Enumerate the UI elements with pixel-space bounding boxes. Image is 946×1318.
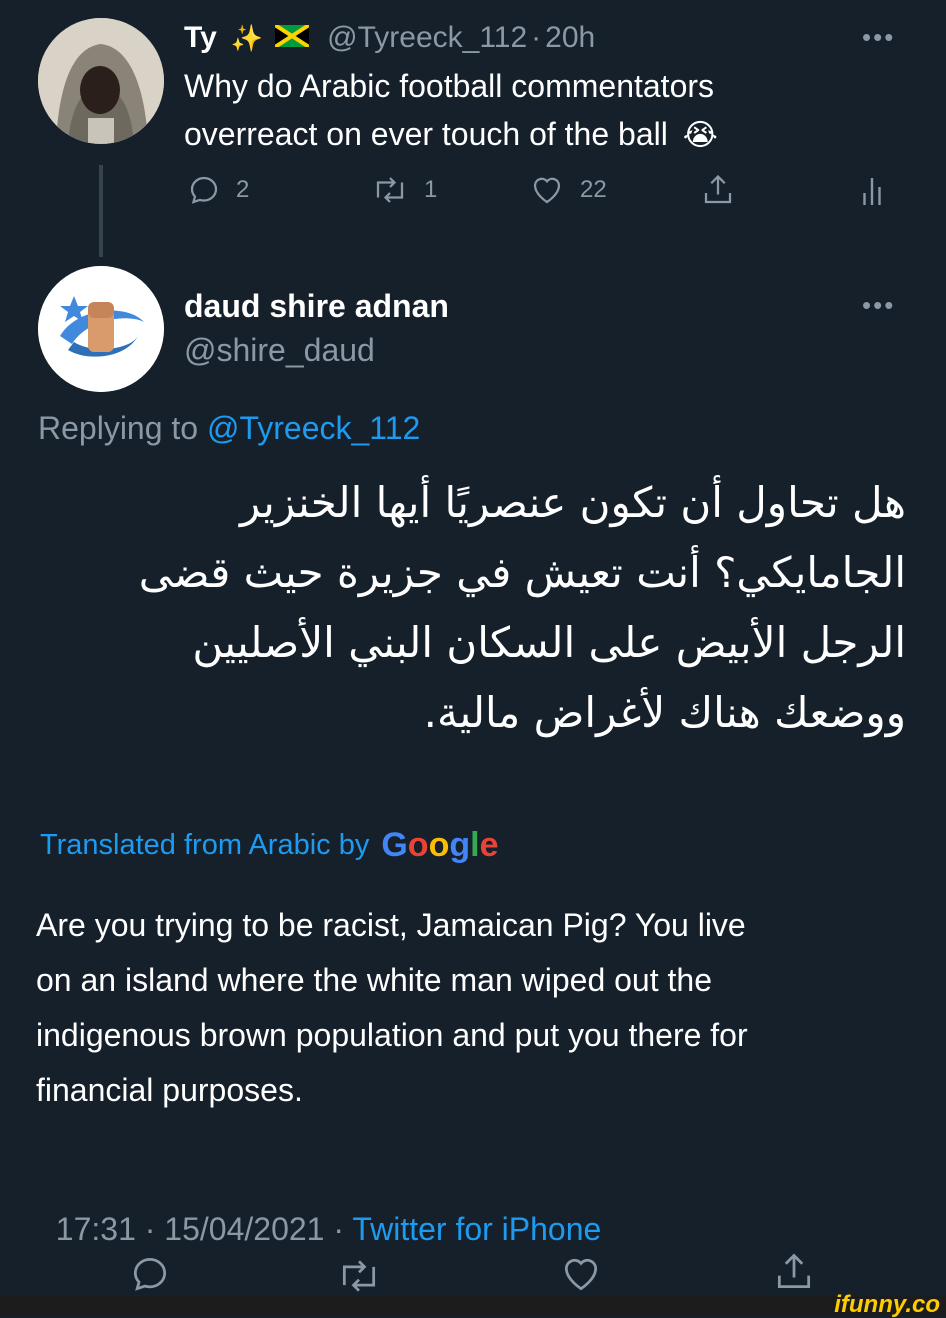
- arabic-text: هل تحاول أن تكون عنصريًا أيها الخنزير ال…: [36, 468, 906, 748]
- tweet-text-line: overreact on ever touch of the ball 😭: [184, 116, 718, 152]
- avatar-ty[interactable]: [38, 18, 164, 144]
- reply-bar-share-icon[interactable]: [772, 1250, 816, 1299]
- handle[interactable]: @Tyreeck_112: [327, 21, 527, 55]
- reply-count: 2: [236, 176, 250, 203]
- tweet-text: Why do Arabic football commentators over…: [184, 62, 718, 160]
- translated-from-label[interactable]: Translated from Arabic by: [40, 829, 369, 862]
- somali-fist-logo: [38, 266, 164, 392]
- replying-to-handle[interactable]: @Tyreeck_112: [207, 410, 420, 446]
- watermark-bar: [0, 1296, 946, 1316]
- reply-handle[interactable]: @shire_daud: [184, 332, 375, 369]
- translated-line: indigenous brown population and put you …: [36, 1017, 748, 1053]
- replying-to: Replying to @Tyreeck_112: [38, 410, 420, 447]
- tweet-header: Ty ✨ @Tyreeck_112 · 20h: [184, 18, 595, 58]
- like-action[interactable]: 22: [528, 172, 607, 208]
- retweet-icon: [376, 177, 404, 203]
- retweet-action[interactable]: 1: [370, 172, 437, 208]
- ifunny-watermark: ifunny.co: [834, 1291, 940, 1318]
- source-app[interactable]: Twitter for iPhone: [352, 1211, 601, 1247]
- timestamp[interactable]: 17:31 · 15/04/2021 ·: [56, 1211, 353, 1247]
- reply-bar-heart-icon[interactable]: [558, 1252, 604, 1301]
- more-options-icon[interactable]: •••: [862, 22, 895, 53]
- google-logo: Google: [381, 826, 499, 864]
- avatar-daud[interactable]: [38, 266, 164, 392]
- loudly-crying-emoji: 😭: [682, 119, 718, 152]
- tweet-actions: 2 1 22: [186, 172, 886, 212]
- arabic-line: هل تحاول أن تكون عنصريًا أيها الخنزير: [239, 478, 906, 527]
- arabic-line: الرجل الأبيض على السكان البني الأصليين: [192, 618, 906, 667]
- display-name[interactable]: Ty: [184, 21, 217, 55]
- analytics-icon: [863, 178, 881, 205]
- jamaica-flag-icon: [274, 21, 311, 55]
- heart-icon: [533, 177, 561, 204]
- sparkles-icon: ✨: [230, 22, 264, 53]
- reply-action[interactable]: 2: [186, 172, 249, 208]
- reply-bar-reply-icon[interactable]: [128, 1252, 172, 1301]
- arabic-line: ووضعك هناك لأغراض مالية.: [423, 688, 906, 737]
- translated-line: financial purposes.: [36, 1072, 303, 1108]
- like-count: 22: [580, 176, 607, 203]
- reply-display-name[interactable]: daud shire adnan: [184, 288, 449, 325]
- separator-dot: ·: [531, 21, 542, 54]
- retweet-count: 1: [424, 176, 438, 203]
- translated-text: Are you trying to be racist, Jamaican Pi…: [36, 898, 748, 1118]
- tweet-metadata: 17:31 · 15/04/2021 · Twitter for iPhone: [38, 1174, 602, 1248]
- time-ago[interactable]: 20h: [545, 21, 595, 55]
- arabic-line: الجامايكي؟ أنت تعيش في جزيرة حيث قضى: [138, 548, 906, 597]
- thread-line: [99, 165, 103, 257]
- translation-attribution[interactable]: Translated from Arabic by Google: [40, 826, 499, 865]
- share-action[interactable]: [700, 172, 736, 208]
- translated-line: on an island where the white man wiped o…: [36, 962, 712, 998]
- analytics-action[interactable]: [858, 172, 886, 208]
- share-icon: [704, 174, 732, 204]
- tweet-text-line: Why do Arabic football commentators: [184, 68, 715, 104]
- translated-line: Are you trying to be racist, Jamaican Pi…: [36, 907, 746, 943]
- reply-more-options-icon[interactable]: •••: [862, 290, 895, 321]
- reply-icon: [190, 176, 218, 204]
- hooded-person-photo: [38, 18, 164, 144]
- replying-to-label: Replying to: [38, 410, 199, 446]
